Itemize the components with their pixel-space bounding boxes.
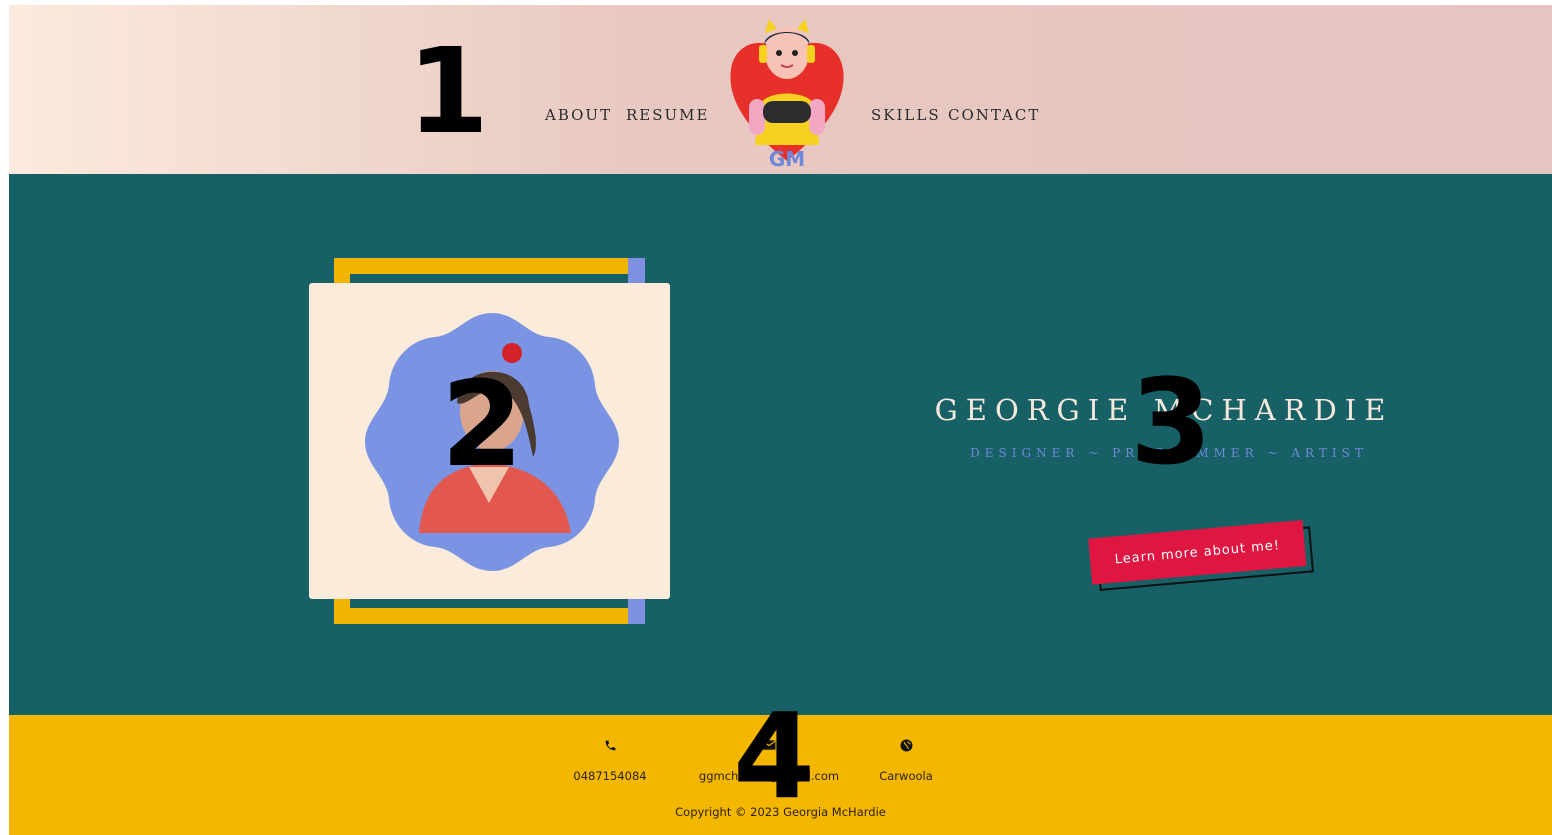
nav-skills[interactable]: SKILLS [871, 106, 941, 124]
marker-3: 3 [1130, 353, 1212, 491]
nav-resume[interactable]: RESUME [626, 106, 709, 124]
site-header: ABOUT RESUME GM SKILLS CONTACT [9, 5, 1552, 174]
phone-number: 0487154084 [573, 769, 647, 783]
marker-4: 4 [733, 687, 815, 825]
marker-2: 2 [441, 355, 523, 493]
cta-wrapper: Learn more about me! [1088, 519, 1315, 591]
globe-icon [826, 739, 986, 757]
hero-section: GEORGIE MCHARDIE DESIGNER ~ PROGRAMMER ~… [9, 174, 1552, 715]
phone-icon [530, 739, 690, 757]
contact-location[interactable]: Carwoola [826, 739, 986, 783]
page: ABOUT RESUME GM SKILLS CONTACT GEORGIE M… [9, 5, 1552, 835]
location-text: Carwoola [879, 769, 933, 783]
marker-1: 1 [407, 22, 489, 160]
nav-about[interactable]: ABOUT [545, 106, 612, 124]
contact-phone[interactable]: 0487154084 [530, 739, 690, 783]
gm-logo[interactable]: GM [723, 11, 851, 171]
nav-contact[interactable]: CONTACT [948, 106, 1040, 124]
logo-text: GM [769, 147, 805, 171]
